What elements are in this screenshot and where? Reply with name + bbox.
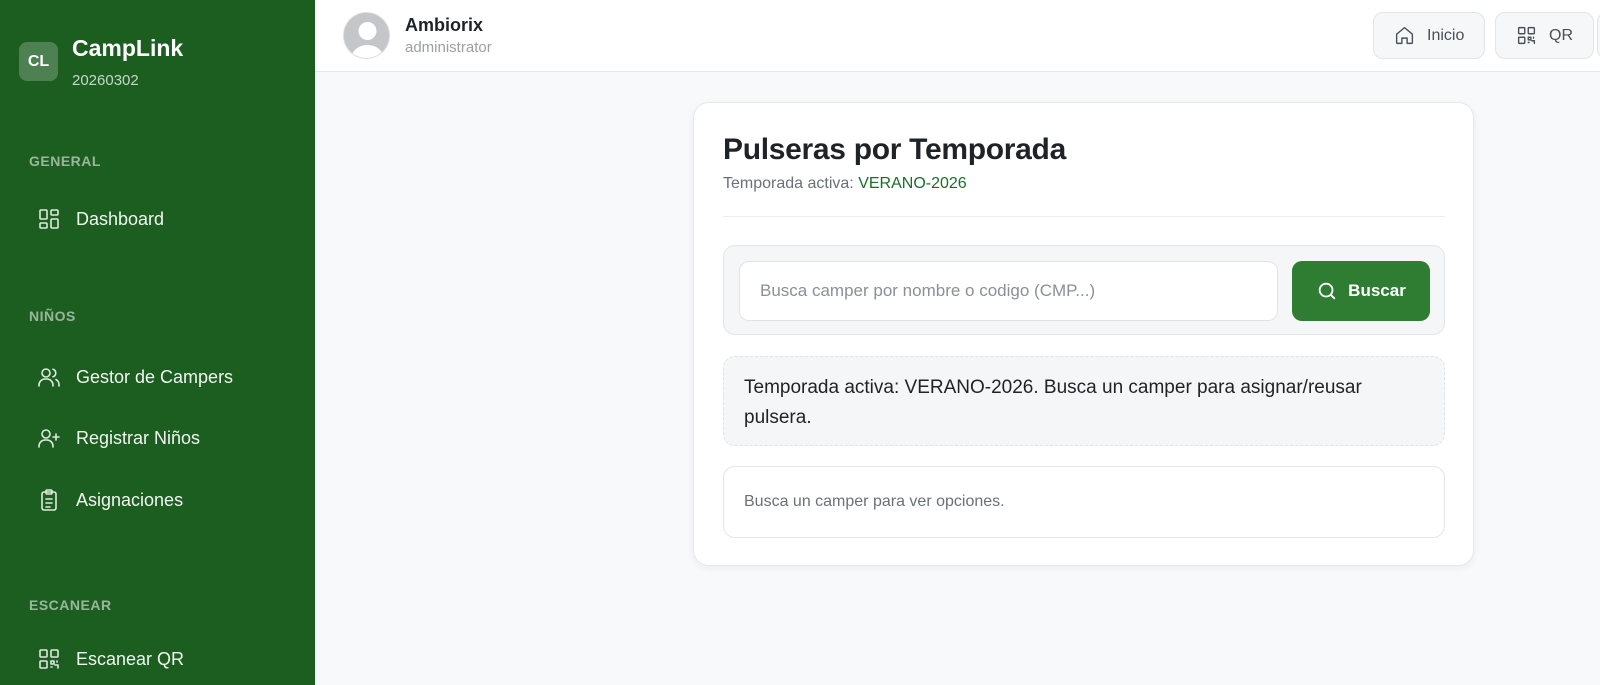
- sidebar-item-label: Escanear QR: [76, 648, 185, 669]
- brand-name: CampLink: [72, 35, 184, 61]
- brand-logo: CL: [19, 42, 58, 81]
- search-results-hint: Busca un camper para ver opciones.: [744, 493, 1005, 510]
- user-plus-icon: [38, 429, 60, 448]
- sidebar-item-asignaciones[interactable]: Asignaciones: [37, 485, 183, 515]
- qr-button[interactable]: QR: [1495, 12, 1594, 59]
- nav-section-general: GENERAL: [29, 153, 101, 169]
- qr-icon: [39, 649, 59, 669]
- user-name: Ambiorix: [405, 15, 484, 35]
- users-icon: [38, 368, 60, 387]
- home-button-label: Inicio: [1427, 26, 1465, 44]
- nav-section-ninos: NIÑOS: [29, 308, 76, 324]
- brand-code: 20260302: [72, 72, 139, 89]
- user-role: administrator: [405, 39, 492, 56]
- nav-section-escanear: ESCANEAR: [29, 597, 112, 613]
- topbar: Ambiorix administrator Inicio QR: [315, 0, 1600, 72]
- bracelet-card: Pulseras por Temporada Temporada activa:…: [693, 102, 1474, 566]
- divider: [723, 216, 1445, 217]
- active-season: Temporada activa: VERANO-2026: [723, 175, 967, 193]
- active-season-label: Temporada activa:: [723, 175, 854, 192]
- dashboard-icon: [39, 209, 59, 229]
- search-input[interactable]: [739, 261, 1278, 321]
- home-icon: [1395, 26, 1414, 45]
- home-button[interactable]: Inicio: [1373, 12, 1486, 59]
- sidebar-item-escanear-qr[interactable]: Escanear QR: [37, 644, 184, 674]
- clipboard-icon: [41, 489, 57, 511]
- avatar[interactable]: [343, 12, 390, 59]
- sidebar-item-gestor-campers[interactable]: Gestor de Campers: [37, 362, 233, 392]
- sidebar-item-label: Dashboard: [76, 208, 165, 229]
- brand[interactable]: CL CampLink 20260302: [19, 34, 183, 89]
- season-notice: Temporada activa: VERANO-2026. Busca un …: [723, 356, 1445, 446]
- search-panel: Buscar: [723, 245, 1445, 335]
- search-icon: [1318, 282, 1336, 300]
- page-title: Pulseras por Temporada: [723, 133, 1066, 166]
- search-button-label: Buscar: [1348, 281, 1406, 300]
- qr-button-label: QR: [1549, 26, 1573, 44]
- sidebar-item-dashboard[interactable]: Dashboard: [37, 204, 164, 234]
- user-avatar-icon: [344, 13, 389, 58]
- active-season-value: VERANO-2026: [858, 175, 967, 192]
- sidebar-item-label: Asignaciones: [76, 489, 184, 510]
- search-button[interactable]: Buscar: [1292, 261, 1430, 321]
- sidebar: CL CampLink 20260302 GENERAL Dashboard N…: [0, 0, 315, 685]
- search-results: Busca un camper para ver opciones.: [723, 466, 1445, 538]
- sidebar-item-label: Gestor de Campers: [76, 366, 234, 387]
- sidebar-item-label: Registrar Niños: [76, 427, 201, 448]
- qr-icon: [1517, 26, 1536, 45]
- sidebar-item-registrar-ninos[interactable]: Registrar Niños: [37, 423, 200, 453]
